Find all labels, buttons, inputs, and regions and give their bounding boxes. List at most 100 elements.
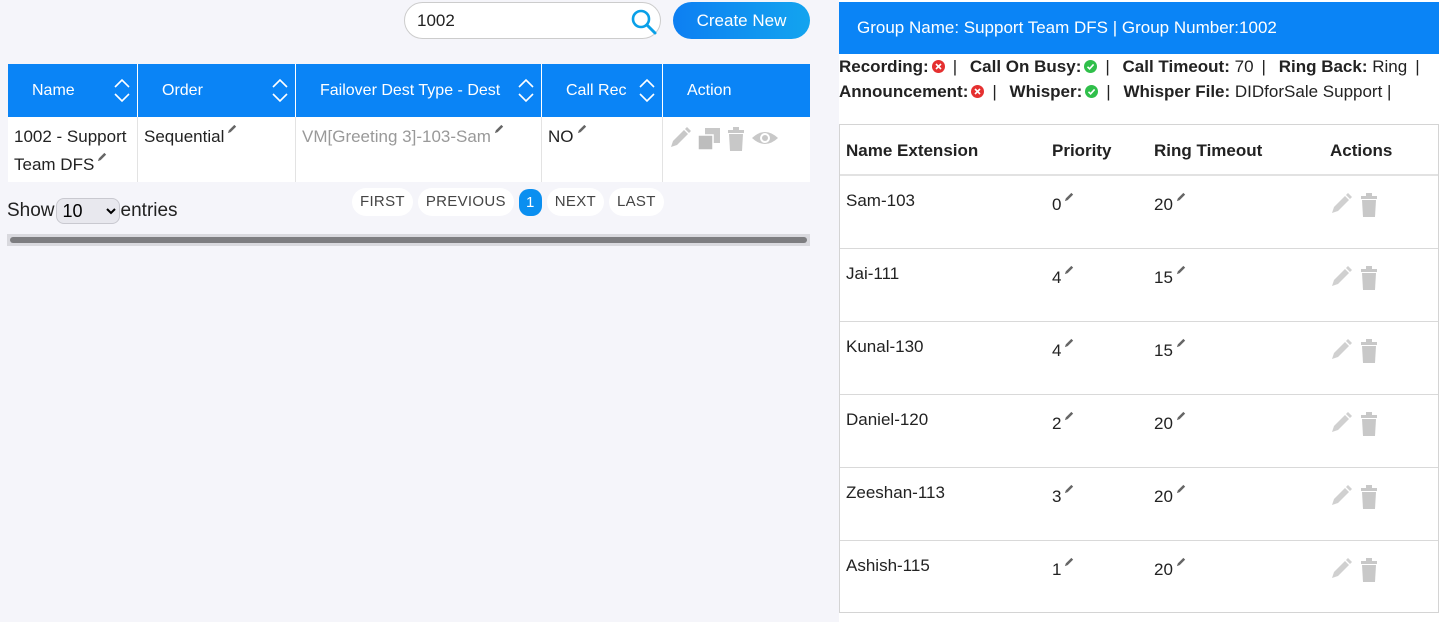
table-row[interactable]: 1002 - Support Team DFS Sequential VM[Gr…: [8, 117, 810, 182]
edit-pencil-icon[interactable]: [1064, 191, 1075, 202]
next-page-button[interactable]: NEXT: [546, 188, 604, 216]
member-name-text: Daniel-120: [846, 410, 929, 429]
cell-actions: [663, 117, 810, 182]
edit-pencil-icon[interactable]: [1064, 483, 1075, 494]
member-priority: 3: [1052, 468, 1154, 540]
edit-pencil-icon[interactable]: [97, 151, 108, 162]
member-name: Kunal-130: [840, 322, 1052, 394]
last-page-button[interactable]: LAST: [608, 188, 664, 216]
call-timeout-value: 70: [1234, 57, 1254, 76]
col-ring-timeout: Ring Timeout: [1154, 141, 1263, 160]
col-order-label: Order: [162, 82, 203, 99]
member-name-text: Kunal-130: [846, 337, 924, 356]
edit-pencil-icon[interactable]: [1176, 191, 1187, 202]
table-row[interactable]: Sam-103 0 20: [840, 176, 1438, 249]
trash-icon[interactable]: [1360, 485, 1378, 509]
scrollbar-thumb[interactable]: [10, 237, 807, 243]
whisper-file-label: Whisper File:: [1123, 82, 1231, 101]
trash-icon[interactable]: [1360, 266, 1378, 290]
edit-pencil-icon[interactable]: [1176, 264, 1187, 275]
table-row[interactable]: Ashish-115 1 20: [840, 541, 1438, 614]
trash-icon[interactable]: [1360, 193, 1378, 217]
view-eye-icon[interactable]: [751, 127, 779, 149]
members-table-header: Name Extension Priority Ring Timeout Act…: [840, 125, 1438, 176]
separator: |: [1261, 57, 1266, 76]
member-timeout: 20: [1154, 176, 1330, 248]
member-name-text: Zeeshan-113: [846, 483, 945, 502]
copy-icon[interactable]: [697, 127, 721, 151]
cell-name: 1002 - Support Team DFS: [8, 117, 138, 182]
edit-icon[interactable]: [1330, 266, 1352, 288]
member-timeout: 20: [1154, 541, 1330, 614]
trash-icon[interactable]: [1360, 339, 1378, 363]
member-actions: [1330, 176, 1438, 248]
col-name-extension: Name Extension: [846, 141, 979, 160]
member-priority: 2: [1052, 395, 1154, 467]
edit-pencil-icon[interactable]: [1064, 556, 1075, 567]
edit-pencil-icon[interactable]: [1176, 337, 1187, 348]
member-timeout-text: 20: [1154, 414, 1173, 433]
first-page-button[interactable]: FIRST: [352, 188, 413, 216]
table-row[interactable]: Jai-111 4 15: [840, 249, 1438, 322]
recording-off-icon: [931, 60, 945, 73]
edit-icon[interactable]: [1330, 485, 1352, 507]
table-row[interactable]: Kunal-130 4 15: [840, 322, 1438, 395]
member-timeout: 20: [1154, 468, 1330, 540]
member-timeout: 20: [1154, 395, 1330, 467]
col-name-header[interactable]: Name: [8, 64, 138, 117]
edit-pencil-icon[interactable]: [577, 123, 588, 134]
member-priority: 1: [1052, 541, 1154, 614]
pagination: FIRST PREVIOUS 1 NEXT LAST: [352, 188, 664, 216]
cell-callrec: NO: [542, 117, 663, 182]
member-priority-text: 1: [1052, 560, 1062, 579]
col-failover-header[interactable]: Failover Dest Type - Dest: [296, 64, 542, 117]
edit-icon[interactable]: [669, 127, 691, 149]
edit-pencil-icon[interactable]: [1064, 410, 1075, 421]
edit-icon[interactable]: [1330, 412, 1352, 434]
edit-pencil-icon[interactable]: [1176, 483, 1187, 494]
col-callrec-header[interactable]: Call Rec: [542, 64, 663, 117]
sort-icon[interactable]: [517, 77, 535, 104]
trash-icon[interactable]: [1360, 558, 1378, 582]
horizontal-scrollbar[interactable]: [7, 234, 810, 246]
edit-pencil-icon[interactable]: [1176, 410, 1187, 421]
edit-pencil-icon[interactable]: [1176, 556, 1187, 567]
member-timeout-text: 20: [1154, 195, 1173, 214]
table-row[interactable]: Zeeshan-113 3 20: [840, 468, 1438, 541]
edit-pencil-icon[interactable]: [227, 123, 238, 134]
separator: |: [992, 82, 997, 101]
trash-icon[interactable]: [1360, 412, 1378, 436]
members-table-body: Sam-103 0 20 Jai-111 4 15 Kunal-130 4 15…: [840, 176, 1438, 614]
edit-icon[interactable]: [1330, 193, 1352, 215]
trash-icon[interactable]: [727, 127, 745, 151]
member-priority-text: 2: [1052, 414, 1062, 433]
member-name-text: Jai-111: [846, 264, 900, 283]
create-new-button[interactable]: Create New: [673, 2, 810, 39]
sort-icon[interactable]: [113, 77, 131, 104]
callrec-text: NO: [548, 127, 574, 146]
separator: |: [1106, 82, 1111, 101]
table-row[interactable]: Daniel-120 2 20: [840, 395, 1438, 468]
search-box[interactable]: [404, 2, 661, 39]
sort-icon[interactable]: [638, 77, 656, 104]
search-icon[interactable]: [630, 8, 658, 36]
search-input[interactable]: [417, 11, 617, 31]
edit-icon[interactable]: [1330, 339, 1352, 361]
member-name: Ashish-115: [840, 541, 1052, 614]
announcement-label: Announcement:: [839, 82, 969, 101]
previous-page-button[interactable]: PREVIOUS: [417, 188, 514, 216]
current-page-button[interactable]: 1: [518, 188, 542, 216]
edit-pencil-icon[interactable]: [494, 123, 505, 134]
settings-line-2: Announcement: | Whisper: | Whisper File: D…: [839, 79, 1439, 104]
edit-icon[interactable]: [1330, 558, 1352, 580]
page-size-select[interactable]: 10: [55, 198, 120, 224]
groups-table-header: Name Order Failover Dest Type - Dest Cal…: [8, 64, 810, 117]
col-callrec-label: Call Rec: [566, 82, 627, 99]
sort-icon[interactable]: [271, 77, 289, 104]
edit-pencil-icon[interactable]: [1064, 264, 1075, 275]
cell-failover: VM[Greeting 3]-103-Sam: [296, 117, 542, 182]
member-priority-text: 0: [1052, 195, 1062, 214]
col-order-header[interactable]: Order: [138, 64, 296, 117]
member-priority: 0: [1052, 176, 1154, 248]
edit-pencil-icon[interactable]: [1064, 337, 1075, 348]
